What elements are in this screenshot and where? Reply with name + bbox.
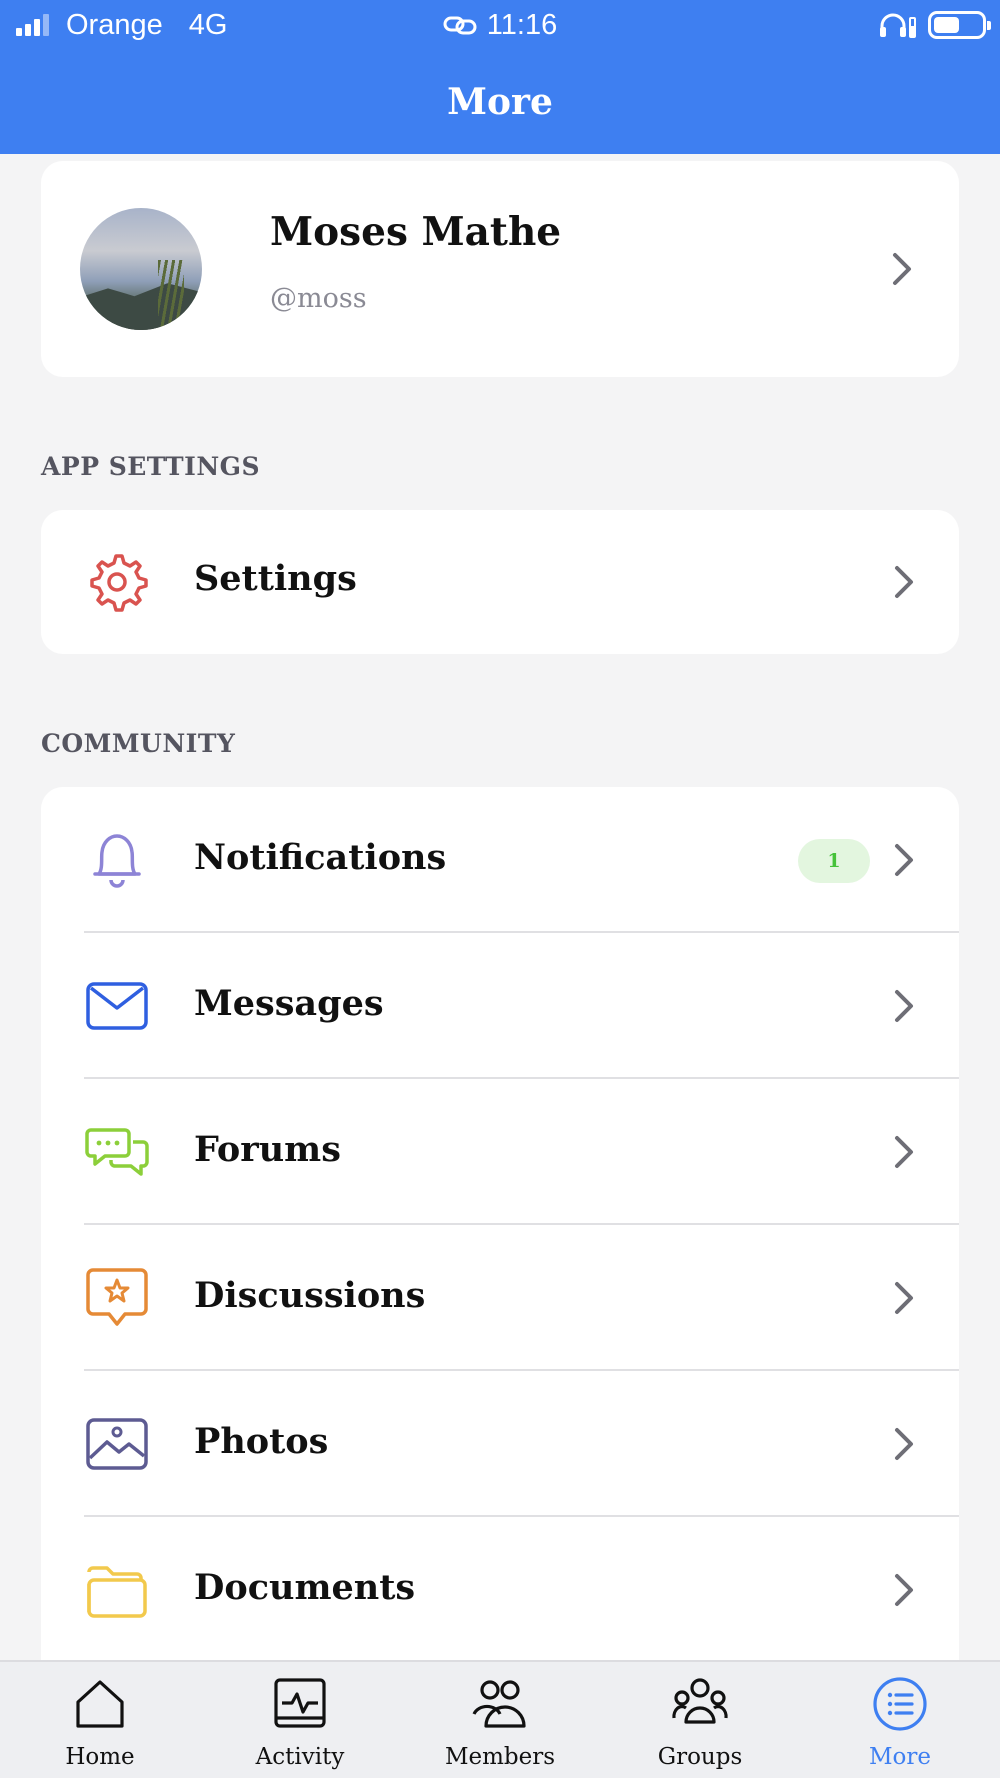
- bottom-tab-bar: Home Activity Members Groups More: [0, 1660, 1000, 1778]
- tab-label: Activity: [255, 1744, 345, 1770]
- tab-label: Members: [444, 1744, 556, 1770]
- members-icon: [472, 1680, 526, 1728]
- menu-item-label: Settings: [194, 558, 357, 599]
- clock: 11:16: [486, 8, 558, 41]
- section-title-community: COMMUNITY: [41, 729, 236, 758]
- profile-name: Moses Mathe: [270, 209, 562, 255]
- battery-icon: [928, 11, 991, 39]
- chevron-right-icon: [895, 1136, 913, 1168]
- menu-item-label: Documents: [194, 1567, 416, 1608]
- menu-item-photos[interactable]: Photos: [41, 1371, 959, 1517]
- menu-item-label: Forums: [194, 1129, 341, 1170]
- tab-groups[interactable]: Groups: [600, 1662, 800, 1778]
- headphones-icon: [880, 13, 916, 38]
- menu-item-discussions[interactable]: Discussions: [41, 1225, 959, 1371]
- menu-item-messages[interactable]: Messages: [41, 933, 959, 1079]
- chevron-right-icon: [893, 253, 911, 285]
- tab-more[interactable]: More: [800, 1662, 1000, 1778]
- chat-bubbles-icon: [85, 1128, 149, 1176]
- profile-handle: @moss: [270, 283, 367, 314]
- community-card: Notifications 1 Messages Forums Discussi…: [41, 787, 959, 1687]
- gear-icon: [90, 554, 148, 612]
- status-right: [878, 9, 991, 41]
- status-bar: Orange 4G 11:16: [0, 0, 1000, 50]
- folder-icon: [87, 1566, 147, 1618]
- menu-item-settings[interactable]: Settings: [41, 510, 959, 654]
- tab-label: More: [868, 1744, 931, 1770]
- menu-item-label: Photos: [194, 1421, 329, 1462]
- avatar: [80, 208, 202, 330]
- battery-fill: [934, 17, 960, 33]
- notification-count-badge: 1: [798, 839, 870, 883]
- bell-icon: [93, 834, 141, 888]
- profile-card[interactable]: Moses Mathe @moss: [41, 161, 959, 377]
- section-title-app-settings: APP SETTINGS: [41, 452, 261, 481]
- page-title: More: [447, 81, 553, 123]
- app-settings-card: Settings: [41, 510, 959, 654]
- menu-item-label: Discussions: [194, 1275, 426, 1316]
- status-center: 11:16: [0, 7, 1000, 43]
- home-icon: [76, 1680, 124, 1728]
- star-speech-icon: [86, 1268, 148, 1326]
- envelope-icon: [86, 982, 148, 1030]
- photo-icon: [86, 1418, 148, 1470]
- chevron-right-icon: [895, 990, 913, 1022]
- tab-label: Home: [65, 1744, 135, 1770]
- chevron-right-icon: [895, 1428, 913, 1460]
- tab-label: Groups: [657, 1744, 743, 1770]
- menu-item-label: Notifications: [194, 837, 447, 878]
- chevron-right-icon: [895, 844, 913, 876]
- chevron-right-icon: [895, 566, 913, 598]
- page-header: More: [0, 50, 1000, 154]
- groups-icon: [672, 1678, 728, 1724]
- menu-item-notifications[interactable]: Notifications 1: [41, 787, 959, 933]
- tab-home[interactable]: Home: [0, 1662, 200, 1778]
- activity-icon: [274, 1678, 326, 1728]
- menu-item-label: Messages: [194, 983, 384, 1024]
- tab-members[interactable]: Members: [400, 1662, 600, 1778]
- more-list-icon: [873, 1677, 927, 1731]
- tab-activity[interactable]: Activity: [200, 1662, 400, 1778]
- menu-item-forums[interactable]: Forums: [41, 1079, 959, 1225]
- menu-item-documents[interactable]: Documents: [41, 1517, 959, 1663]
- chevron-right-icon: [895, 1282, 913, 1314]
- link-icon: [443, 16, 477, 35]
- chevron-right-icon: [895, 1574, 913, 1606]
